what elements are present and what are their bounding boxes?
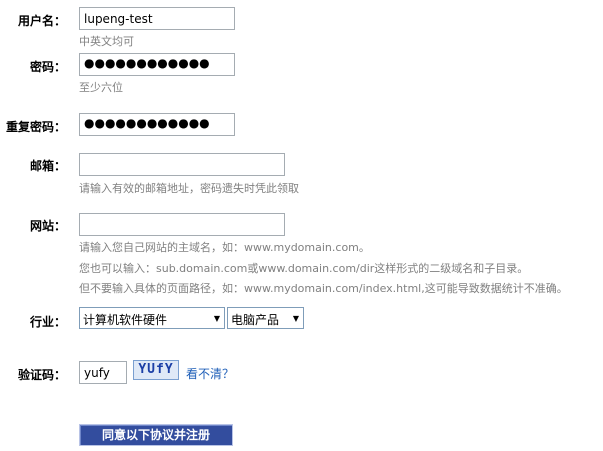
captcha-refresh-link[interactable]: 看不清？ bbox=[186, 365, 234, 382]
industry-label: 行业： bbox=[29, 315, 66, 329]
username-hint: 中英文均可 bbox=[79, 35, 134, 48]
password-label: 密码： bbox=[29, 60, 66, 74]
register-submit-button[interactable]: 同意以下协议并注册 bbox=[79, 424, 233, 446]
username-input[interactable] bbox=[79, 7, 235, 30]
captcha-label: 验证码： bbox=[17, 368, 66, 382]
password-input[interactable]: ●●●●●●●●●●●● bbox=[79, 53, 235, 76]
password-repeat-label: 重复密码： bbox=[5, 120, 66, 134]
dropdown-arrow-icon: ▼ bbox=[213, 314, 220, 323]
industry-sub-select[interactable]: 电脑产品 ▼ bbox=[227, 307, 304, 329]
dropdown-arrow-icon: ▼ bbox=[292, 314, 299, 323]
password-repeat-input[interactable]: ●●●●●●●●●●●● bbox=[79, 113, 235, 136]
captcha-input[interactable] bbox=[79, 361, 127, 384]
email-input[interactable] bbox=[79, 153, 285, 176]
captcha-image[interactable]: YUfY bbox=[133, 360, 179, 380]
password-hint: 至少六位 bbox=[79, 81, 123, 94]
industry-sub-select-value: 电脑产品 bbox=[231, 313, 280, 327]
website-hint-3: 但不要输入具体的页面路径，如：www.mydomain.com/index.ht… bbox=[79, 282, 568, 295]
website-label: 网站： bbox=[29, 219, 66, 233]
website-hint-1: 请输入您自己网站的主域名，如：www.mydomain.com。 bbox=[79, 241, 370, 254]
website-hint-2: 您也可以输入：sub.domain.com或www.domain.com/dir… bbox=[79, 262, 529, 275]
email-hint: 请输入有效的邮箱地址，密码遗失时凭此领取 bbox=[79, 182, 299, 195]
industry-select-value: 计算机软件硬件 bbox=[83, 313, 168, 327]
username-label: 用户名： bbox=[17, 14, 66, 28]
website-input[interactable] bbox=[79, 213, 285, 236]
email-label: 邮箱： bbox=[29, 159, 66, 173]
industry-select[interactable]: 计算机软件硬件 ▼ bbox=[79, 307, 225, 329]
